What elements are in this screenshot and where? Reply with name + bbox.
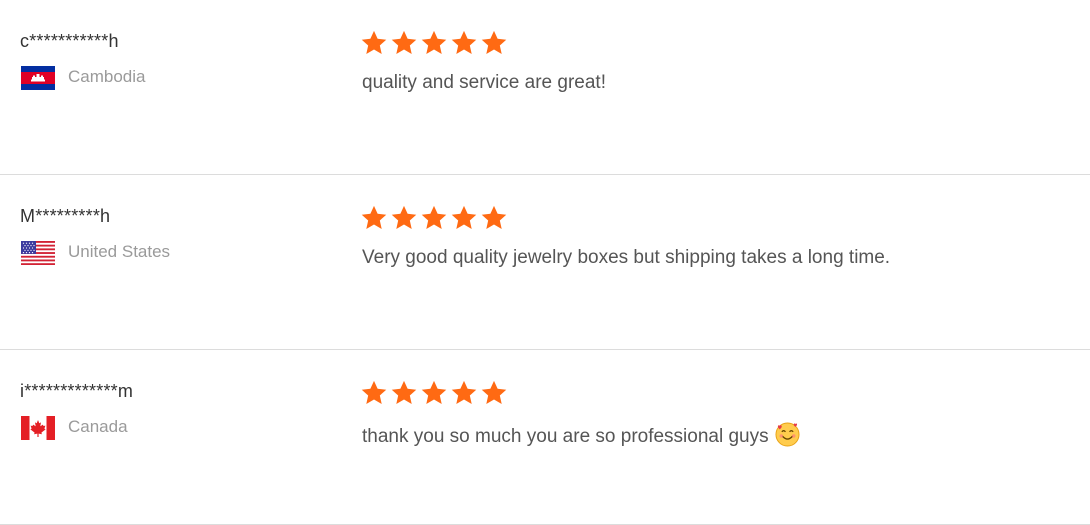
star-icon xyxy=(450,29,478,57)
star-rating xyxy=(360,29,510,57)
star-icon xyxy=(390,379,418,407)
reviewer-country: Canada xyxy=(68,417,128,436)
review-comment-text: thank you so much you are so professiona… xyxy=(362,426,769,447)
review-comment-text: Very good quality jewelry boxes but ship… xyxy=(362,247,891,268)
united-states-flag-icon xyxy=(21,241,55,265)
canada-flag-icon xyxy=(21,416,55,440)
star-icon xyxy=(480,204,508,232)
star-rating xyxy=(360,379,510,407)
cambodia-flag-icon xyxy=(21,66,55,90)
review-comment-text: quality and service are great! xyxy=(362,72,606,93)
review-comment: quality and service are great! xyxy=(362,72,606,94)
star-icon xyxy=(390,204,418,232)
star-icon xyxy=(480,379,508,407)
reviewer-country: United States xyxy=(68,242,171,261)
star-icon xyxy=(390,29,418,57)
star-icon xyxy=(450,379,478,407)
review-item: i*************m Canada thank you so much… xyxy=(0,350,1090,525)
star-icon xyxy=(420,204,448,232)
reviewer-name: M*********h xyxy=(20,206,111,226)
star-rating xyxy=(360,204,510,232)
reviewer-name: c***********h xyxy=(20,31,119,51)
star-icon xyxy=(360,379,388,407)
reviewer-country: Cambodia xyxy=(68,67,146,86)
star-icon xyxy=(420,379,448,407)
review-comment: thank you so much you are so professiona… xyxy=(362,422,800,448)
star-icon xyxy=(360,29,388,57)
review-item: c***********h Cambodia quality and servi… xyxy=(0,0,1090,175)
reviewer-name: i*************m xyxy=(20,381,134,401)
star-icon xyxy=(450,204,478,232)
star-icon xyxy=(420,29,448,57)
star-icon xyxy=(360,204,388,232)
smiling-face-with-hearts-icon xyxy=(775,422,800,447)
review-item: M*********h United States Very good qual… xyxy=(0,175,1090,350)
review-comment: Very good quality jewelry boxes but ship… xyxy=(362,247,890,269)
star-icon xyxy=(480,29,508,57)
